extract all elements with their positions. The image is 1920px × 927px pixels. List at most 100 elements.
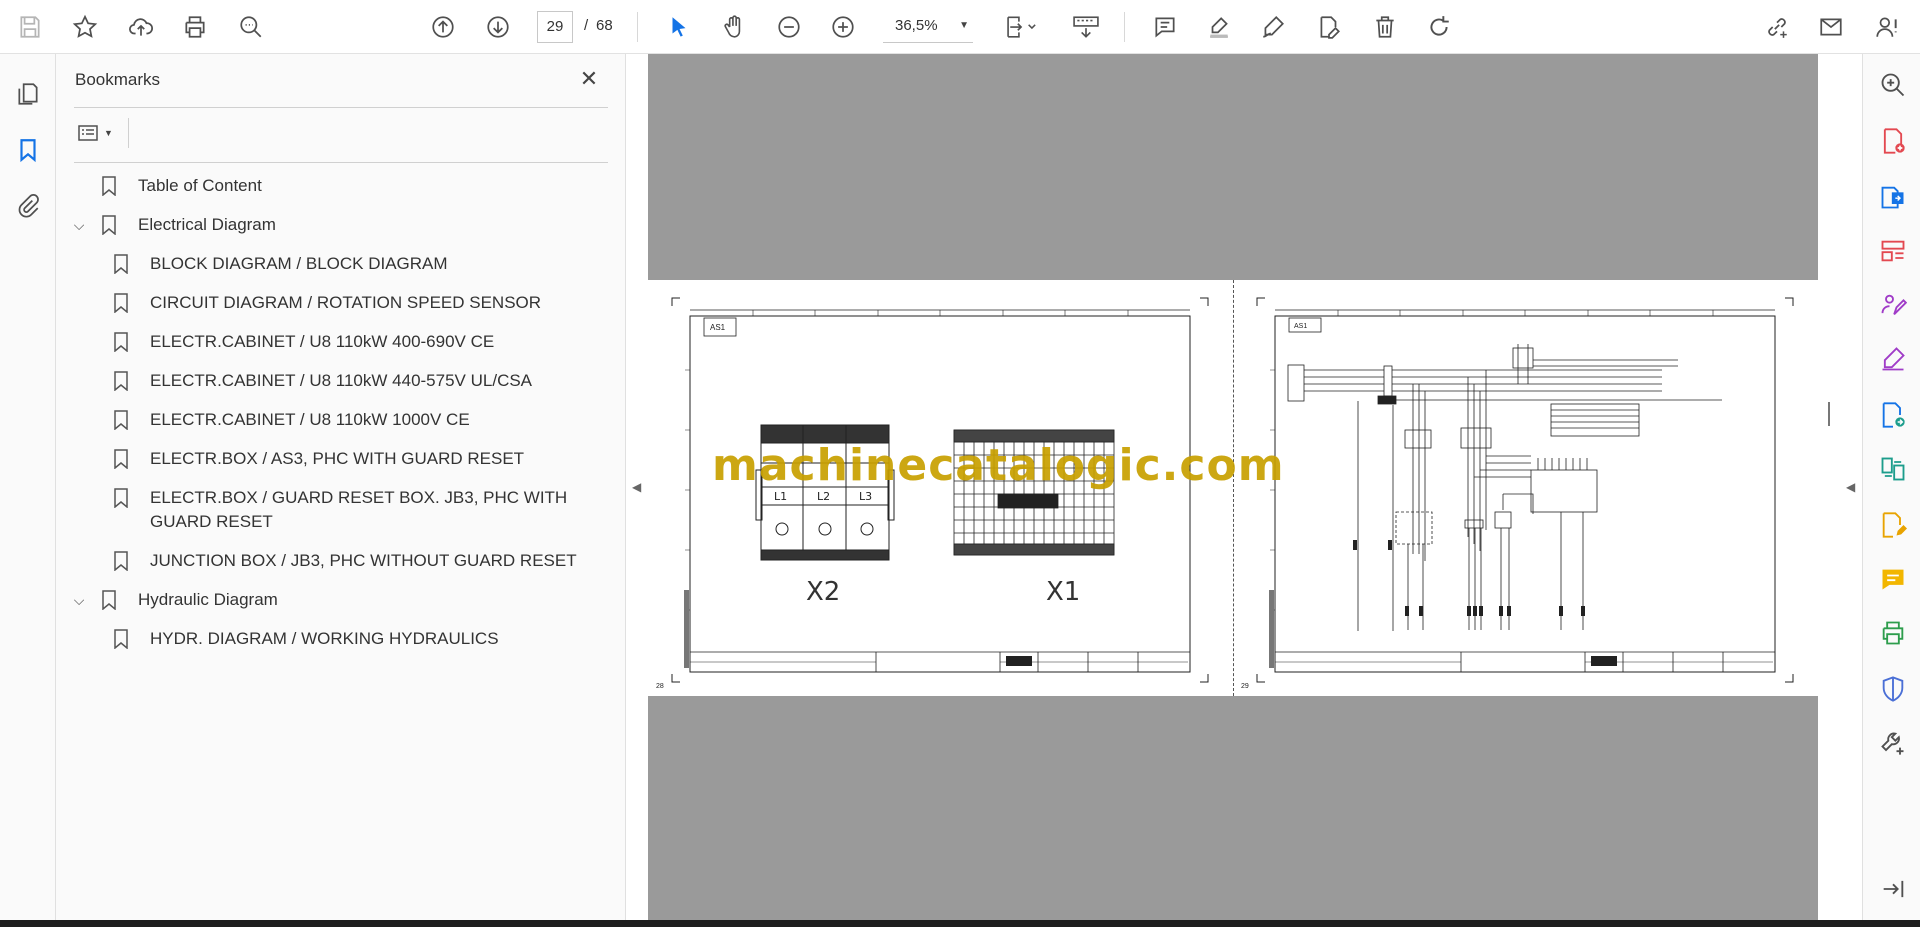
bookmark-options-button[interactable]: ▼ bbox=[76, 118, 124, 148]
create-pdf-icon[interactable] bbox=[1878, 126, 1908, 156]
bookmarks-icon[interactable] bbox=[12, 134, 44, 166]
send-review-icon[interactable] bbox=[1878, 400, 1908, 430]
star-icon[interactable] bbox=[68, 10, 102, 44]
bookmark-icon bbox=[114, 291, 130, 315]
rotate-icon[interactable] bbox=[1422, 10, 1456, 44]
collapse-left-panel-icon[interactable]: ◀ bbox=[632, 480, 641, 494]
draw-pen-icon[interactable] bbox=[1256, 10, 1290, 44]
email-icon[interactable] bbox=[1814, 10, 1848, 44]
fill-sign-icon[interactable] bbox=[1878, 344, 1908, 374]
phase-label: L1 bbox=[774, 490, 787, 503]
phase-label: L2 bbox=[817, 490, 830, 503]
left-navigation-rail bbox=[0, 54, 56, 920]
page-separator: / bbox=[584, 17, 589, 34]
toolbar-divider bbox=[637, 12, 638, 42]
toolbar-divider bbox=[1124, 12, 1125, 42]
divider bbox=[74, 107, 608, 108]
zoom-level-dropdown[interactable]: 36,5% ▼ bbox=[883, 11, 973, 43]
account-icon[interactable] bbox=[1870, 10, 1904, 44]
close-icon[interactable]: ✕ bbox=[576, 66, 602, 92]
bookmark-icon bbox=[114, 549, 130, 573]
upload-cloud-icon[interactable] bbox=[124, 10, 158, 44]
bookmarks-title: Bookmarks bbox=[75, 70, 161, 89]
right-tools-rail bbox=[1862, 54, 1920, 920]
total-pages: 68 bbox=[596, 17, 613, 34]
terminal-label-x1: X1 bbox=[1046, 577, 1080, 607]
bookmark-item[interactable]: ELECTR.CABINET / U8 110kW 440-575V UL/CS… bbox=[114, 369, 532, 393]
edit-text-icon[interactable] bbox=[1312, 10, 1346, 44]
page-number: 29 bbox=[1241, 683, 1249, 690]
bookmark-icon bbox=[114, 486, 130, 510]
chevron-down-icon[interactable]: ⌵ bbox=[69, 588, 89, 612]
page-number-input[interactable]: 29 bbox=[537, 11, 573, 43]
protect-icon[interactable] bbox=[1878, 674, 1908, 704]
bookmark-item-expanded[interactable]: ⌵ Electrical Diagram bbox=[69, 213, 276, 237]
viewer-background bbox=[648, 696, 1818, 920]
zoom-level-value: 36,5% bbox=[895, 17, 938, 34]
viewer-background bbox=[648, 54, 1818, 280]
print-icon[interactable] bbox=[178, 10, 212, 44]
scroll-thumb[interactable] bbox=[1828, 402, 1830, 426]
bookmark-item[interactable]: JUNCTION BOX / JB3, PHC WITHOUT GUARD RE… bbox=[114, 549, 577, 573]
list-options-icon bbox=[78, 125, 98, 141]
zoom-search-icon[interactable] bbox=[1878, 70, 1908, 100]
bookmark-icon bbox=[114, 252, 130, 276]
zoom-in-icon[interactable] bbox=[826, 10, 860, 44]
right-page-drawing: AS1 29 bbox=[1241, 297, 1794, 690]
circuit-schematic bbox=[1287, 344, 1722, 631]
request-signature-icon[interactable] bbox=[1878, 290, 1908, 320]
phase-label: L3 bbox=[859, 490, 872, 503]
bookmark-item[interactable]: Table of Content bbox=[82, 174, 262, 198]
zoom-out-icon[interactable] bbox=[772, 10, 806, 44]
find-zoom-icon[interactable] bbox=[234, 10, 268, 44]
hand-tool-icon[interactable] bbox=[717, 10, 751, 44]
bookmark-icon bbox=[114, 330, 130, 354]
previous-page-icon[interactable] bbox=[426, 10, 460, 44]
bookmark-icon bbox=[114, 447, 130, 471]
bookmark-icon bbox=[102, 213, 118, 237]
sheet-label: AS1 bbox=[1294, 323, 1307, 330]
next-page-icon[interactable] bbox=[481, 10, 515, 44]
add-comment-icon[interactable] bbox=[1878, 564, 1908, 594]
bookmark-item[interactable]: ELECTR.CABINET / U8 110kW 1000V CE bbox=[114, 408, 470, 432]
bookmark-item[interactable]: ELECTR.CABINET / U8 110kW 400-690V CE bbox=[114, 330, 494, 354]
terminal-label-x2: X2 bbox=[806, 577, 840, 607]
taskbar-strip bbox=[0, 920, 1920, 927]
bookmark-item-expanded[interactable]: ⌵ Hydraulic Diagram bbox=[69, 588, 278, 612]
divider bbox=[74, 162, 608, 163]
save-icon[interactable] bbox=[13, 10, 47, 44]
export-pdf-icon[interactable] bbox=[1878, 182, 1908, 212]
bookmark-item[interactable]: CIRCUIT DIAGRAM / ROTATION SPEED SENSOR bbox=[114, 291, 541, 315]
organize-pages-icon[interactable] bbox=[1878, 236, 1908, 266]
delete-icon[interactable] bbox=[1368, 10, 1402, 44]
bookmark-item[interactable]: BLOCK DIAGRAM / BLOCK DIAGRAM bbox=[114, 252, 448, 276]
attachments-icon[interactable] bbox=[12, 190, 44, 222]
bookmark-icon bbox=[114, 627, 130, 651]
comment-icon[interactable] bbox=[1148, 10, 1182, 44]
scroll-mode-icon[interactable] bbox=[1066, 10, 1106, 44]
share-link-icon[interactable] bbox=[1760, 10, 1794, 44]
select-cursor-icon[interactable] bbox=[662, 10, 696, 44]
divider bbox=[128, 118, 129, 148]
compare-files-icon[interactable] bbox=[1878, 454, 1908, 484]
more-tools-icon[interactable] bbox=[1878, 728, 1908, 758]
watermark: machinecatalogic.com bbox=[712, 440, 1285, 491]
highlight-icon[interactable] bbox=[1202, 10, 1236, 44]
page-number: 28 bbox=[656, 683, 664, 690]
collapse-right-panel-icon[interactable]: ◀ bbox=[1846, 480, 1855, 494]
bookmark-icon bbox=[102, 174, 118, 198]
bookmark-icon bbox=[102, 588, 118, 612]
top-toolbar: 29 / 68 36,5% ▼ bbox=[0, 0, 1920, 54]
bookmark-icon bbox=[114, 408, 130, 432]
bookmark-item[interactable]: ELECTR.BOX / GUARD RESET BOX. JB3, PHC W… bbox=[114, 486, 614, 534]
bookmarks-panel: Bookmarks ✕ ▼ Table of Content ⌵ Electri… bbox=[56, 54, 626, 920]
page-fit-icon[interactable] bbox=[996, 10, 1044, 44]
print-production-icon[interactable] bbox=[1878, 618, 1908, 648]
edit-pdf-icon[interactable] bbox=[1878, 510, 1908, 540]
expand-panel-icon[interactable] bbox=[1878, 874, 1908, 904]
page-thumbnails-icon[interactable] bbox=[12, 78, 44, 110]
sheet-label: AS1 bbox=[710, 323, 726, 332]
bookmark-item[interactable]: HYDR. DIAGRAM / WORKING HYDRAULICS bbox=[114, 627, 499, 651]
chevron-down-icon[interactable]: ⌵ bbox=[69, 213, 89, 237]
bookmark-item[interactable]: ELECTR.BOX / AS3, PHC WITH GUARD RESET bbox=[114, 447, 524, 471]
